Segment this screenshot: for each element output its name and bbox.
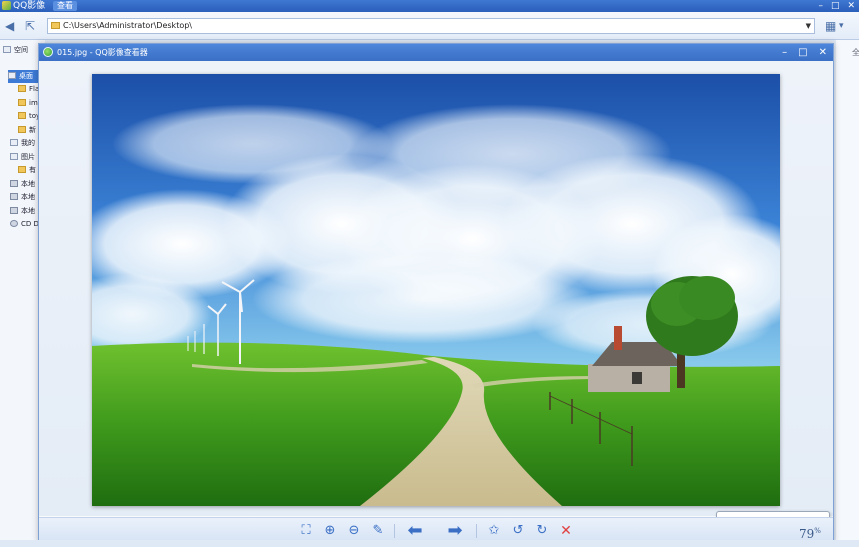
address-bar[interactable]: C:\Users\Administrator\Desktop\ ▼ [47,18,815,34]
desktop-icon [8,72,16,79]
zoom-in-icon[interactable]: ⊕ [322,523,338,539]
cd-drive-icon [10,220,18,227]
app-status-strip [0,540,859,547]
folder-icon [18,112,26,119]
view-mode-dropdown-icon[interactable]: ▾ [839,19,844,33]
landscape-photo[interactable] [92,74,780,506]
tree-item-local-drive[interactable]: 本地 [10,191,35,204]
rotate-left-icon[interactable]: ↺ [510,523,526,539]
edit-brush-icon[interactable]: ✎ [370,523,386,539]
folder-up-icon[interactable]: ⇱ [25,19,35,33]
drive-icon [10,180,18,187]
tree-item-folder[interactable]: toy [18,110,40,123]
image-viewer-window: 015.jpg - QQ影像查看器 – □ ✕ ⛶ ⊕ ⊖ ✎ ⬅ ➡ ✩ ↺ … [38,43,834,543]
previous-image-icon[interactable]: ⬅ [404,522,426,540]
close-button[interactable]: ✕ [847,0,855,12]
viewer-close-button[interactable]: ✕ [819,44,827,61]
back-arrow-icon[interactable]: ◀ [5,19,14,33]
view-mode-icon[interactable]: ▦ [825,19,836,33]
beautify-star-icon[interactable]: ✩ [486,523,502,539]
viewer-maximize-button[interactable]: □ [798,44,807,61]
viewer-minimize-button[interactable]: – [782,44,787,61]
qq-image-logo-icon [2,1,11,10]
folder-icon [18,166,26,173]
app-title: QQ影像 [13,1,46,11]
address-dropdown-icon[interactable]: ▼ [806,19,811,33]
tree-item-local-drive[interactable]: 本地 [10,205,35,218]
right-panel-label: 全 [852,48,859,57]
folder-icon [18,85,26,92]
rotate-right-icon[interactable]: ↻ [534,523,550,539]
toolbar-divider [476,524,477,538]
folder-icon [51,22,60,29]
minimize-button[interactable]: – [818,0,823,12]
right-panel: 全 [836,40,859,540]
viewer-window-controls: – □ ✕ [782,44,827,61]
picture-icon [10,153,18,160]
fit-to-window-icon[interactable]: ⛶ [298,523,314,539]
tree-item-cd-drive[interactable]: CD D [10,218,39,231]
app-window-controls: – □ ✕ [818,0,855,12]
delete-icon[interactable]: ✕ [558,523,574,539]
tree-item-local-drive[interactable]: 本地 [10,178,35,191]
app-titlebar: QQ影像 查看 – □ ✕ [0,0,859,12]
tree-item-folder[interactable]: Fla [18,83,39,96]
tree-item-space[interactable]: 空间 [3,44,28,57]
viewer-logo-icon [43,47,53,57]
toolbar-divider [394,524,395,538]
viewer-canvas: 推荐使用一键美化提高照片质量 [39,61,833,531]
tree-item-folder[interactable]: 新 [18,124,36,137]
folder-icon [18,99,26,106]
tree-item-folder[interactable]: 有 [18,164,36,177]
viewer-titlebar: 015.jpg - QQ影像查看器 – □ ✕ [39,44,833,61]
zoom-out-icon[interactable]: ⊖ [346,523,362,539]
document-icon [10,139,18,146]
folder-icon [18,126,26,133]
drive-icon [10,193,18,200]
address-path[interactable]: C:\Users\Administrator\Desktop\ [63,19,192,33]
address-toolbar: ◀ ⇱ C:\Users\Administrator\Desktop\ ▼ ▦ … [0,12,859,40]
view-menu-button[interactable]: 查看 [53,1,77,11]
tree-item-pictures[interactable]: 图片 [10,151,35,164]
drive-icon [10,207,18,214]
cloud-icon [3,46,11,53]
landscape-image [92,74,780,506]
tree-item-documents[interactable]: 我的 [10,137,35,150]
maximize-button[interactable]: □ [831,0,840,12]
viewer-title: 015.jpg - QQ影像查看器 [57,48,148,57]
next-image-icon[interactable]: ➡ [444,522,466,540]
